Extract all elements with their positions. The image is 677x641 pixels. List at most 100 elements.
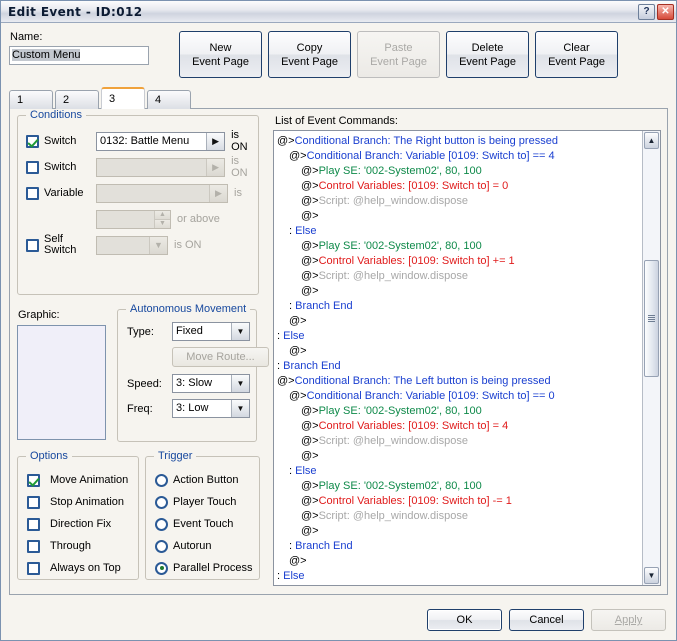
command-line[interactable]: @>Play SE: '002-System02', 80, 100 bbox=[277, 404, 642, 419]
trigger-parallel-process[interactable]: Parallel Process bbox=[155, 557, 259, 579]
movement-freq-select[interactable]: 3: Low ▼ bbox=[172, 399, 250, 418]
always-on-top-checkbox[interactable] bbox=[27, 561, 40, 575]
variable-value-input bbox=[97, 211, 154, 228]
self-switch-checkbox[interactable] bbox=[26, 238, 39, 252]
parallel-process-radio[interactable] bbox=[155, 561, 168, 575]
command-marker: @> bbox=[277, 375, 295, 387]
scroll-down-icon[interactable]: ▼ bbox=[644, 567, 659, 584]
command-line[interactable]: : Branch End bbox=[277, 359, 642, 374]
graphic-group: Graphic: bbox=[17, 309, 117, 442]
copy-event-page-button[interactable]: Copy Event Page bbox=[268, 31, 351, 78]
command-line[interactable]: @>Play SE: '002-System02', 80, 100 bbox=[277, 164, 642, 179]
ok-button[interactable]: OK bbox=[427, 609, 502, 631]
movement-type-select[interactable]: Fixed ▼ bbox=[172, 322, 250, 341]
name-input[interactable]: Custom Menu bbox=[9, 46, 149, 65]
command-line[interactable]: : Else bbox=[277, 329, 642, 344]
player-touch-radio[interactable] bbox=[155, 495, 168, 509]
help-icon[interactable]: ? bbox=[638, 3, 655, 20]
command-line[interactable]: @>Conditional Branch: The Left button is… bbox=[277, 374, 642, 389]
option-move-animation[interactable]: Move Animation bbox=[27, 469, 138, 491]
direction-fix-checkbox[interactable] bbox=[27, 517, 40, 531]
delete-event-page-button[interactable]: Delete Event Page bbox=[446, 31, 529, 78]
movement-speed-value: 3: Slow bbox=[176, 377, 213, 389]
switch-1-label: Switch bbox=[44, 135, 77, 147]
stop-animation-checkbox[interactable] bbox=[27, 495, 40, 509]
option-through[interactable]: Through bbox=[27, 535, 138, 557]
tab-page-1[interactable]: 1 bbox=[9, 90, 53, 109]
new-event-page-button[interactable]: New Event Page bbox=[179, 31, 262, 78]
command-line[interactable]: @> bbox=[277, 314, 642, 329]
tab-page-3[interactable]: 3 bbox=[101, 87, 145, 109]
event-touch-radio[interactable] bbox=[155, 517, 168, 531]
option-always-on-top[interactable]: Always on Top bbox=[27, 557, 138, 579]
close-icon[interactable]: ✕ bbox=[657, 3, 674, 20]
command-line[interactable]: @>Play SE: '002-System02', 80, 100 bbox=[277, 239, 642, 254]
option-stop-animation[interactable]: Stop Animation bbox=[27, 491, 138, 513]
action-button-radio[interactable] bbox=[155, 473, 168, 487]
command-line[interactable]: @> bbox=[277, 554, 642, 569]
command-line[interactable]: @>Script: @help_window.dispose bbox=[277, 194, 642, 209]
command-marker: @> bbox=[301, 180, 319, 192]
command-line[interactable]: @>Script: @help_window.dispose bbox=[277, 434, 642, 449]
command-line[interactable]: @>Control Variables: [0109: Switch to] -… bbox=[277, 494, 642, 509]
command-text: Play SE: '002-System02', 80, 100 bbox=[318, 165, 482, 177]
trigger-player-touch[interactable]: Player Touch bbox=[155, 491, 259, 513]
condition-row-self-switch: Self Switch ▼ is ON bbox=[26, 232, 258, 258]
new-event-page-line1: New bbox=[209, 41, 232, 54]
command-line[interactable]: @> bbox=[277, 209, 642, 224]
command-line[interactable]: @>Script: @help_window.dispose bbox=[277, 509, 642, 524]
command-marker: @> bbox=[301, 420, 319, 432]
command-line[interactable]: @>Play SE: '002-System02', 80, 100 bbox=[277, 479, 642, 494]
command-line[interactable]: @>Control Variables: [0109: Switch to] +… bbox=[277, 254, 642, 269]
command-line[interactable]: @> bbox=[277, 524, 642, 539]
chevron-down-icon[interactable]: ▼ bbox=[231, 375, 249, 392]
command-line[interactable]: @> bbox=[277, 344, 642, 359]
trigger-action-button[interactable]: Action Button bbox=[155, 469, 259, 491]
right-column: List of Event Commands: @>Conditional Br… bbox=[268, 109, 667, 594]
through-checkbox[interactable] bbox=[27, 539, 40, 553]
chevron-right-icon[interactable]: ▶ bbox=[206, 132, 225, 150]
option-direction-fix[interactable]: Direction Fix bbox=[27, 513, 138, 535]
direction-fix-label: Direction Fix bbox=[50, 518, 112, 530]
command-line[interactable]: : Branch End bbox=[277, 539, 642, 554]
scrollbar-thumb[interactable] bbox=[644, 260, 659, 377]
trigger-event-touch[interactable]: Event Touch bbox=[155, 513, 259, 535]
tab-page-4[interactable]: 4 bbox=[147, 90, 191, 109]
command-line[interactable]: @>Control Variables: [0109: Switch to] =… bbox=[277, 419, 642, 434]
trigger-autorun[interactable]: Autorun bbox=[155, 535, 259, 557]
switch-1-picker[interactable]: 0132: Battle Menu ▶ bbox=[96, 131, 226, 151]
autorun-radio[interactable] bbox=[155, 539, 168, 553]
switch-2-checkbox[interactable] bbox=[26, 160, 39, 174]
command-line[interactable]: @>Script: @help_window.dispose bbox=[277, 269, 642, 284]
conditions-group: Conditions Switch 0132: Battle Menu ▶ is… bbox=[17, 109, 259, 295]
command-line[interactable]: @>Conditional Branch: Variable [0109: Sw… bbox=[277, 389, 642, 404]
command-line[interactable]: : Else bbox=[277, 464, 642, 479]
cancel-button[interactable]: Cancel bbox=[509, 609, 584, 631]
move-animation-checkbox[interactable] bbox=[27, 473, 40, 487]
variable-checkbox[interactable] bbox=[26, 186, 39, 200]
chevron-down-icon[interactable]: ▼ bbox=[231, 323, 249, 340]
command-line[interactable]: : Else bbox=[277, 224, 642, 239]
command-line[interactable]: @>Conditional Branch: The Right button i… bbox=[277, 134, 642, 149]
command-text: Else bbox=[295, 225, 317, 237]
movement-speed-select[interactable]: 3: Slow ▼ bbox=[172, 374, 250, 393]
clear-event-page-button[interactable]: Clear Event Page bbox=[535, 31, 618, 78]
condition-row-switch-2: Switch ▶ is ON bbox=[26, 154, 258, 180]
switch-1-checkbox[interactable] bbox=[26, 134, 39, 148]
scroll-up-icon[interactable]: ▲ bbox=[644, 132, 659, 149]
chevron-down-icon[interactable]: ▼ bbox=[231, 400, 249, 417]
self-switch-value bbox=[97, 237, 149, 254]
command-list[interactable]: @>Conditional Branch: The Right button i… bbox=[274, 131, 642, 585]
tab-page-2[interactable]: 2 bbox=[55, 90, 99, 109]
graphic-preview[interactable] bbox=[17, 325, 106, 440]
variable-label: Variable bbox=[44, 187, 84, 199]
command-line[interactable]: : Branch End bbox=[277, 299, 642, 314]
command-line[interactable]: @>Control Variables: [0109: Switch to] =… bbox=[277, 179, 642, 194]
command-text: Control Variables: [0109: Switch to] -= … bbox=[318, 495, 512, 507]
command-line[interactable]: @> bbox=[277, 449, 642, 464]
scrollbar-track[interactable] bbox=[643, 150, 660, 566]
command-line[interactable]: @> bbox=[277, 284, 642, 299]
command-list-scrollbar[interactable]: ▲ ▼ bbox=[642, 131, 660, 585]
command-line[interactable]: @>Conditional Branch: Variable [0109: Sw… bbox=[277, 149, 642, 164]
command-line[interactable]: : Else bbox=[277, 569, 642, 584]
